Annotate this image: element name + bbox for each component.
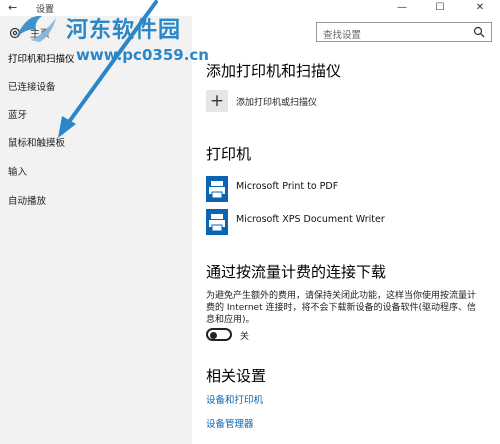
toggle-state-label: 关 — [240, 332, 250, 342]
printer-name[interactable]: Microsoft Print to PDF — [236, 181, 338, 192]
section-heading-metered: 通过按流量计费的连接下载 — [206, 263, 387, 281]
search-box[interactable] — [316, 22, 492, 45]
printer-icon — [206, 176, 228, 202]
metered-download-toggle[interactable] — [206, 328, 232, 341]
link-device-manager[interactable]: 设备管理器 — [206, 416, 254, 430]
section-heading-related: 相关设置 — [206, 367, 267, 385]
toggle-knob — [210, 331, 217, 339]
add-plus-icon[interactable]: + — [206, 90, 228, 112]
section-heading-printers: 打印机 — [206, 145, 252, 163]
search-input[interactable] — [317, 26, 467, 45]
close-button[interactable]: ✕ — [460, 0, 500, 16]
link-devices-printers[interactable]: 设备和打印机 — [206, 392, 263, 406]
sidebar-item-printers-scanners[interactable]: 打印机和扫描仪 — [8, 52, 75, 68]
printer-icon — [206, 209, 228, 235]
sidebar-item-bluetooth[interactable]: 蓝牙 — [8, 108, 27, 124]
add-printer-label[interactable]: 添加打印机或扫描仪 — [236, 95, 317, 108]
sidebar-item-autoplay[interactable]: 自动播放 — [8, 194, 46, 210]
watermark-logo-icon — [16, 15, 56, 42]
watermark-title: 河东软件园 — [66, 18, 182, 43]
maximize-button[interactable]: ☐ — [420, 0, 460, 16]
search-icon[interactable] — [473, 26, 485, 38]
sidebar: 主页 打印机和扫描仪 已连接设备 蓝牙 鼠标和触摸板 输入 自动播放 — [0, 16, 192, 444]
watermark-url: www.pc0359.cn — [76, 46, 209, 64]
printer-name[interactable]: Microsoft XPS Document Writer — [236, 214, 385, 225]
minimize-button[interactable]: — — [382, 0, 422, 16]
sidebar-item-connected-devices[interactable]: 已连接设备 — [8, 80, 56, 96]
metered-description: 为避免产生额外的费用，请保持关闭此功能，这样当你使用按流量计费的 Interne… — [206, 291, 477, 325]
section-heading-add-printers: 添加打印机和扫描仪 — [206, 62, 342, 80]
sidebar-item-mouse-touchpad[interactable]: 鼠标和触摸板 — [8, 136, 65, 152]
sidebar-item-typing[interactable]: 输入 — [8, 165, 27, 181]
